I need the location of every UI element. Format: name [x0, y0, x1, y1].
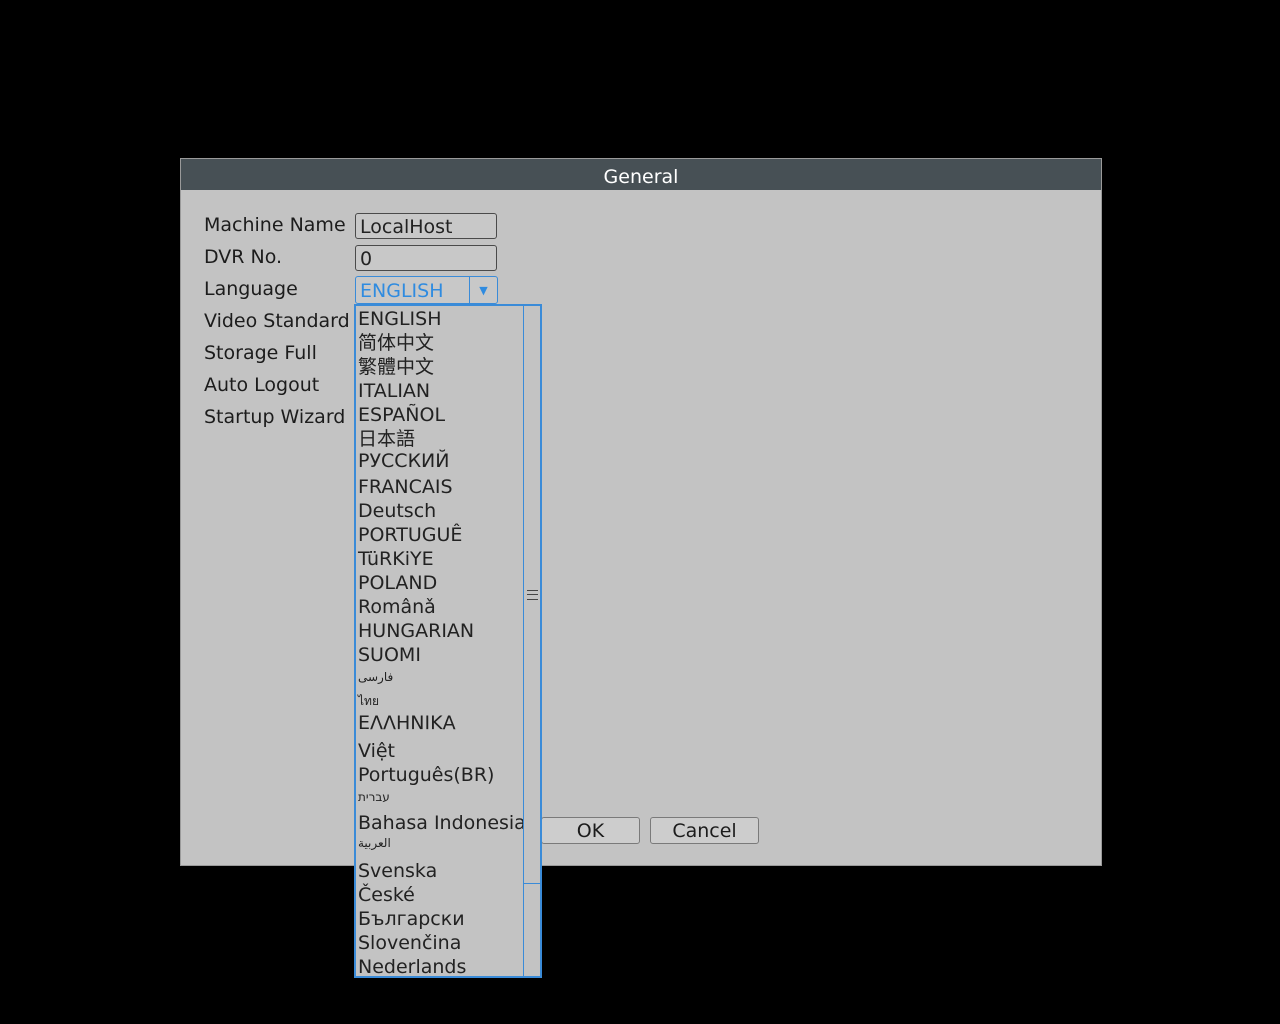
machine-name-input[interactable]: LocalHost	[355, 213, 497, 239]
storage-full-label: Storage Full	[204, 342, 317, 364]
language-option[interactable]: TüRKiYE	[358, 548, 434, 570]
language-label: Language	[204, 278, 298, 300]
machine-name-label: Machine Name	[204, 214, 346, 236]
language-option[interactable]: PORTUGUÊ	[358, 524, 462, 546]
language-option[interactable]: Românǎ	[358, 596, 436, 618]
language-option[interactable]: Nederlands	[358, 956, 466, 978]
language-option[interactable]: ITALIAN	[358, 380, 430, 402]
language-option[interactable]: РУССКИЙ	[358, 450, 449, 472]
language-option[interactable]: Svenska	[358, 860, 437, 882]
scrollbar[interactable]	[523, 306, 540, 976]
language-select-value: ENGLISH	[360, 280, 444, 302]
ok-button[interactable]: OK	[541, 817, 640, 844]
dvr-no-input[interactable]: 0	[355, 245, 497, 271]
video-standard-label: Video Standard	[204, 310, 350, 332]
auto-logout-label: Auto Logout	[204, 374, 320, 396]
language-select[interactable]: ENGLISH ▼	[355, 276, 498, 304]
grip-icon	[527, 590, 538, 600]
chevron-down-icon[interactable]: ▼	[469, 277, 497, 303]
language-option[interactable]: 日本語	[358, 428, 415, 450]
language-option[interactable]: Български	[358, 908, 465, 930]
language-option[interactable]: Bahasa Indonesia	[358, 812, 526, 834]
dialog-title: General	[181, 159, 1101, 190]
language-option[interactable]: עברית	[358, 786, 390, 808]
language-option[interactable]: ΕΛΛΗΝΙΚΑ	[358, 712, 456, 734]
language-option[interactable]: SUOMI	[358, 644, 421, 666]
language-option[interactable]: České	[358, 884, 415, 906]
language-option[interactable]: 简体中文	[358, 332, 434, 354]
language-option[interactable]: Slovenčina	[358, 932, 461, 954]
language-option[interactable]: ENGLISH	[358, 308, 441, 330]
language-option[interactable]: POLAND	[358, 572, 437, 594]
language-option[interactable]: FRANCAIS	[358, 476, 453, 498]
cancel-button[interactable]: Cancel	[650, 817, 759, 844]
startup-wizard-label: Startup Wizard	[204, 406, 346, 428]
general-dialog: General Machine Name DVR No. Language Vi…	[180, 158, 1102, 866]
language-option[interactable]: HUNGARIAN	[358, 620, 474, 642]
language-option[interactable]: فارسی	[358, 666, 393, 688]
scrollbar-thumb[interactable]	[524, 306, 540, 884]
language-option[interactable]: 繁體中文	[358, 356, 434, 378]
language-option[interactable]: Việt	[358, 740, 395, 762]
language-dropdown-list: ENGLISH 简体中文 繁體中文 ITALIAN ESPAÑOL 日本語 РУССКИЙ F…	[354, 304, 542, 978]
dvr-no-label: DVR No.	[204, 246, 283, 268]
language-option[interactable]: Deutsch	[358, 500, 436, 522]
language-option[interactable]: Português(BR)	[358, 764, 494, 786]
language-option[interactable]: العربية	[358, 832, 391, 854]
language-option[interactable]: ไทย	[358, 690, 379, 712]
language-option[interactable]: ESPAÑOL	[358, 404, 445, 426]
